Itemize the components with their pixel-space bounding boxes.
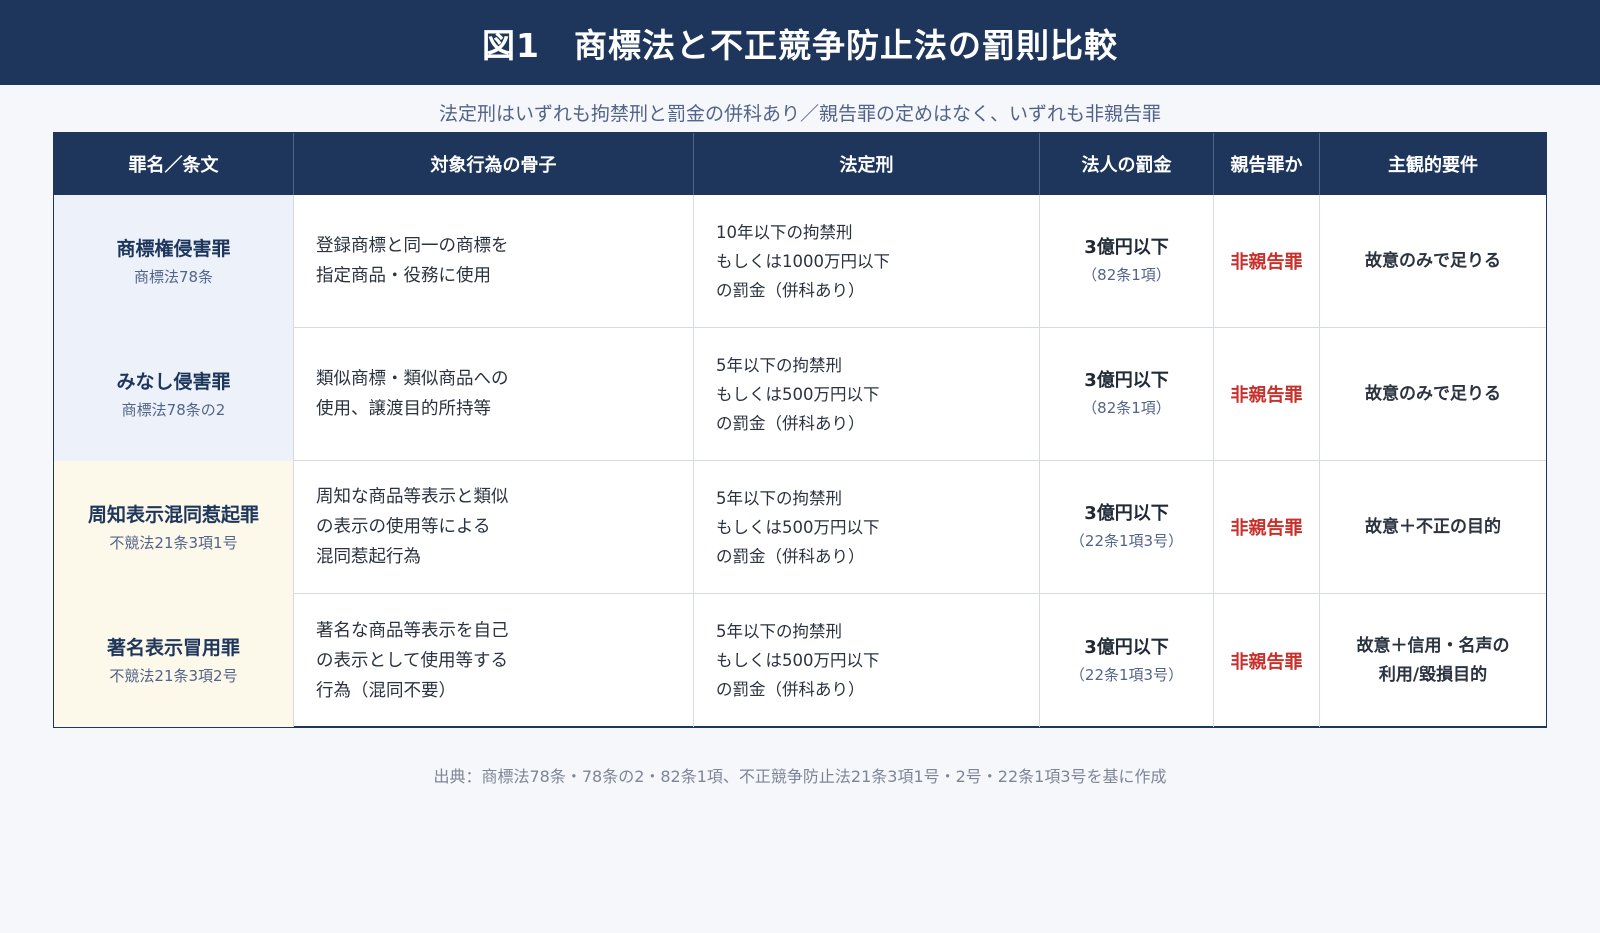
offense-article: 不競法21条3項2号 — [109, 666, 238, 685]
act-line: 登録商標と同一の商標を — [316, 236, 509, 256]
corp-fine-cell: 3億円以下 （82条1項） — [1040, 328, 1214, 461]
corp-fine-cell: 3億円以下 （82条1項） — [1040, 195, 1214, 328]
penalty-line: もしくは500万円以下 — [716, 517, 880, 537]
corp-fine-amount: 3億円以下 — [1084, 370, 1169, 391]
act-line: 使用、譲渡目的所持等 — [316, 399, 491, 419]
offense-name-cell: 周知表示混同惹起罪不競法21条3項1号 — [54, 461, 294, 594]
intent-cell: 故意のみで足りる — [1320, 328, 1546, 461]
offense-name: みなし侵害罪 — [116, 370, 231, 393]
act-line: 行為（混同不要） — [316, 680, 456, 701]
act-line: 類似商標・類似商品への — [316, 369, 509, 389]
corp-fine-cell: 3億円以下 （22条1項3号） — [1040, 461, 1214, 594]
intent-cell: 故意のみで足りる — [1320, 195, 1546, 328]
act-cell: 登録商標と同一の商標を 指定商品・役務に使用 — [294, 195, 694, 328]
penalty-line: もしくは500万円以下 — [716, 651, 880, 670]
source-note: 出典：商標法78条・78条の2・82条1項、不正競争防止法21条3項1号・2号・… — [433, 767, 1167, 786]
complaint-status: 非親告罪 — [1230, 385, 1303, 406]
act-line: の表示の使用等による — [316, 517, 491, 537]
penalty-line: の罰金（併科あり） — [716, 680, 865, 699]
intent-line: 故意＋信用・名声の — [1356, 635, 1510, 656]
complaint-cell: 非親告罪 — [1214, 594, 1320, 727]
intent-line: 利用/毀損目的 — [1378, 664, 1488, 685]
comparison-table: 罪名／条文 対象行為の骨子 法定刑 法人の罰金 親告罪か 主観的要件 商標権侵害… — [53, 132, 1547, 728]
offense-article: 商標法78条の2 — [121, 400, 226, 419]
penalty-line: 10年以下の拘禁刑 — [716, 222, 853, 242]
act-cell: 類似商標・類似商品への 使用、譲渡目的所持等 — [294, 328, 694, 461]
penalty-line: もしくは500万円以下 — [716, 384, 880, 404]
title-banner: 図1 商標法と不正競争防止法の罰則比較 — [0, 0, 1600, 85]
header-name: 罪名／条文 — [54, 133, 294, 195]
penalty-line: の罰金（併科あり） — [716, 546, 865, 566]
complaint-status: 非親告罪 — [1230, 252, 1303, 273]
header-penalty: 法定刑 — [694, 133, 1040, 195]
page-title: 図1 商標法と不正競争防止法の罰則比較 — [482, 25, 1118, 65]
corp-fine-cell: 3億円以下 （22条1項3号） — [1040, 594, 1214, 727]
complaint-cell: 非親告罪 — [1214, 195, 1320, 328]
corp-fine-reference: （82条1項） — [1082, 399, 1171, 417]
penalty-cell: 5年以下の拘禁刑もしくは500万円以下 の罰金（併科あり） — [694, 328, 1040, 461]
corp-fine-amount: 3億円以下 — [1084, 636, 1169, 658]
offense-article: 商標法78条 — [133, 267, 214, 286]
act-cell: 著名な商品等表示を自己 の表示として使用等する 行為（混同不要） — [294, 594, 694, 727]
penalty-line: の罰金（併科あり） — [716, 280, 865, 300]
intent-line: 故意のみで足りる — [1365, 250, 1501, 271]
penalty-line: 5年以下の拘禁刑 — [716, 622, 842, 641]
act-cell: 周知な商品等表示と類似 の表示の使用等による 混同惹起行為 — [294, 461, 694, 594]
corp-fine-reference: （22条1項3号） — [1069, 665, 1184, 684]
complaint-cell: 非親告罪 — [1214, 328, 1320, 461]
act-line: の表示として使用等する — [316, 650, 508, 671]
header-act: 対象行為の骨子 — [294, 133, 694, 195]
penalty-line: もしくは1000万円以下 — [716, 251, 890, 271]
penalty-cell: 5年以下の拘禁刑もしくは500万円以下 の罰金（併科あり） — [694, 594, 1040, 727]
complaint-status: 非親告罪 — [1230, 651, 1303, 673]
header-complaint: 親告罪か — [1214, 133, 1320, 195]
corp-fine-amount: 3億円以下 — [1084, 237, 1169, 258]
offense-name: 周知表示混同惹起罪 — [87, 503, 259, 526]
offense-name: 著名表示冒用罪 — [106, 636, 240, 659]
penalty-line: 5年以下の拘禁刑 — [716, 488, 842, 508]
header-corp-fine: 法人の罰金 — [1040, 133, 1214, 195]
intent-line: 故意のみで足りる — [1365, 383, 1501, 404]
offense-name: 商標権侵害罪 — [116, 237, 231, 260]
act-line: 周知な商品等表示と類似 — [316, 487, 509, 507]
page-subtitle: 法定刑はいずれも拘禁刑と罰金の併科あり／親告罪の定めはなく、いずれも非親告罪 — [438, 103, 1161, 125]
penalty-line: の罰金（併科あり） — [716, 413, 865, 433]
offense-name-cell: 商標権侵害罪商標法78条 — [54, 195, 294, 328]
offense-name-cell: 著名表示冒用罪不競法21条3項2号 — [54, 594, 294, 727]
penalty-line: 5年以下の拘禁刑 — [716, 355, 842, 375]
corp-fine-amount: 3億円以下 — [1084, 503, 1169, 524]
offense-article: 不競法21条3項1号 — [109, 533, 238, 552]
act-line: 混同惹起行為 — [316, 547, 421, 567]
penalty-cell: 10年以下の拘禁刑もしくは1000万円以下 の罰金（併科あり） — [694, 195, 1040, 328]
corp-fine-reference: （82条1項） — [1082, 266, 1171, 284]
complaint-cell: 非親告罪 — [1214, 461, 1320, 594]
complaint-status: 非親告罪 — [1230, 518, 1303, 539]
intent-cell: 故意＋不正の目的 — [1320, 461, 1546, 594]
act-line: 指定商品・役務に使用 — [316, 266, 491, 286]
intent-cell: 故意＋信用・名声の 利用/毀損目的 — [1320, 594, 1546, 727]
header-intent: 主観的要件 — [1320, 133, 1546, 195]
intent-line: 故意＋不正の目的 — [1365, 516, 1501, 537]
offense-name-cell: みなし侵害罪商標法78条の2 — [54, 328, 294, 461]
corp-fine-reference: （22条1項3号） — [1069, 532, 1184, 550]
penalty-cell: 5年以下の拘禁刑もしくは500万円以下 の罰金（併科あり） — [694, 461, 1040, 594]
act-line: 著名な商品等表示を自己 — [316, 620, 509, 641]
